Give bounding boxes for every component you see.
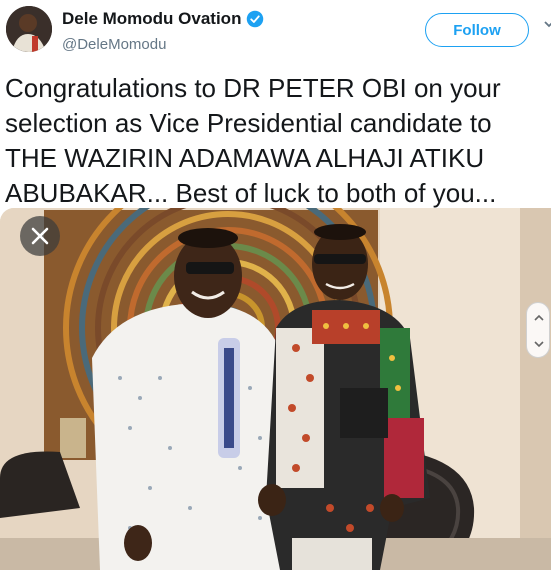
tweet-header: Dele Momodu Ovation @DeleMomodu Follow [0,0,551,64]
tweet-photo[interactable] [0,208,551,570]
chevron-down-icon[interactable] [533,337,545,349]
chevron-up-icon[interactable] [533,311,545,323]
name-row: Dele Momodu Ovation [62,9,264,29]
tweet-text-line: THE WAZIRIN ADAMAWA ALHAJI ATIKU [5,143,485,173]
carousel-scroll-control[interactable] [526,302,550,358]
avatar[interactable] [6,6,52,52]
tweet-text-line: ABUBAKAR... Best of luck to both of you.… [5,178,497,208]
follow-button[interactable]: Follow [425,13,529,47]
user-handle[interactable]: @DeleMomodu [62,36,166,53]
chevron-down-icon[interactable] [543,18,551,30]
close-button[interactable] [20,216,60,256]
verified-badge-icon [247,10,264,28]
display-name[interactable]: Dele Momodu Ovation [62,9,241,29]
close-icon [31,227,49,245]
tweet-text-line: Congratulations to DR PETER OBI on your [5,73,501,103]
tweet-text-line: selection as Vice Presidential candidate… [5,108,492,138]
tweet-text: Congratulations to DR PETER OBI on your … [5,71,545,211]
